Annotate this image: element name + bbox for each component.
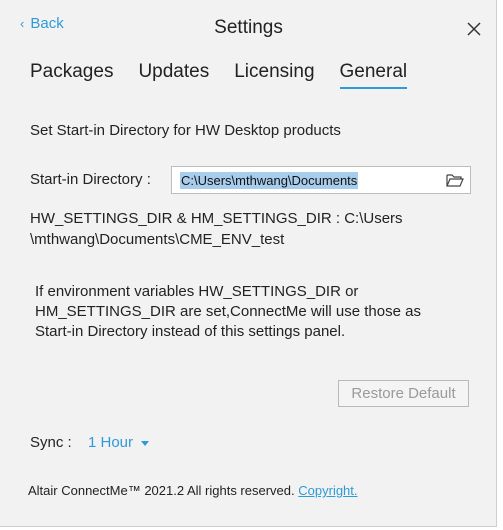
- restore-default-button[interactable]: Restore Default: [338, 380, 469, 407]
- copyright-link[interactable]: Copyright.: [298, 483, 357, 498]
- info-line-1: If environment variables HW_SETTINGS_DIR…: [35, 283, 359, 300]
- info-line-3: Start-in Directory instead of this setti…: [35, 323, 346, 340]
- folder-open-icon[interactable]: [445, 171, 465, 189]
- env-var-line-1: HW_SETTINGS_DIR & HM_SETTINGS_DIR : C:\U…: [30, 210, 403, 227]
- tab-licensing[interactable]: Licensing: [234, 61, 314, 89]
- start-dir-label: Start-in Directory :: [30, 171, 151, 188]
- start-dir-input[interactable]: C:\Users\mthwang\Documents: [171, 166, 471, 194]
- start-dir-value[interactable]: C:\Users\mthwang\Documents: [180, 171, 359, 189]
- env-var-readout: HW_SETTINGS_DIR & HM_SETTINGS_DIR : C:\U…: [30, 208, 410, 250]
- tab-general[interactable]: General: [339, 61, 408, 89]
- tab-updates[interactable]: Updates: [138, 61, 209, 89]
- sync-dropdown[interactable]: 1 Hour: [88, 434, 150, 451]
- sync-value: 1 Hour: [88, 434, 134, 451]
- settings-panel: ‹ Back Settings Packages Updates Licensi…: [0, 0, 497, 527]
- close-icon[interactable]: [465, 20, 483, 38]
- env-var-line-2: \mthwang\Documents\CME_ENV_test: [30, 231, 285, 248]
- tab-bar: Packages Updates Licensing General: [30, 61, 408, 89]
- footer: Altair ConnectMe™ 2021.2 All rights rese…: [28, 483, 358, 498]
- caret-down-icon: [141, 441, 150, 446]
- section-title: Set Start-in Directory for HW Desktop pr…: [30, 122, 341, 139]
- sync-label: Sync :: [30, 434, 72, 451]
- tab-packages[interactable]: Packages: [30, 61, 113, 89]
- page-title: Settings: [214, 17, 283, 38]
- info-line-2: HM_SETTINGS_DIR are set,ConnectMe will u…: [35, 303, 421, 320]
- info-text: If environment variables HW_SETTINGS_DIR…: [35, 282, 435, 342]
- footer-text: Altair ConnectMe™ 2021.2 All rights rese…: [28, 483, 295, 498]
